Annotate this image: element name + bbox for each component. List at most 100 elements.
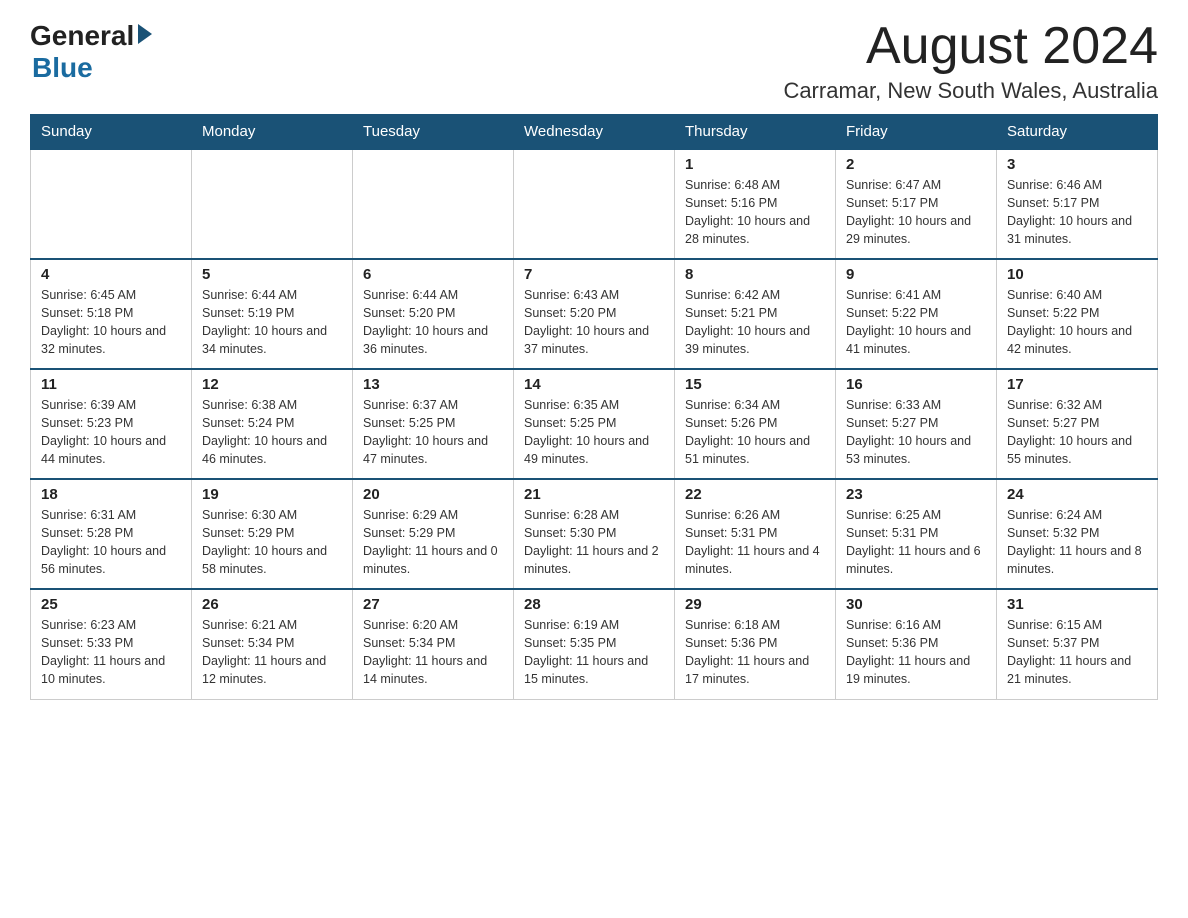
day-info: Sunrise: 6:25 AMSunset: 5:31 PMDaylight:… (846, 506, 986, 579)
day-info: Sunrise: 6:30 AMSunset: 5:29 PMDaylight:… (202, 506, 342, 579)
day-info: Sunrise: 6:43 AMSunset: 5:20 PMDaylight:… (524, 286, 664, 359)
day-info: Sunrise: 6:35 AMSunset: 5:25 PMDaylight:… (524, 396, 664, 469)
day-info: Sunrise: 6:19 AMSunset: 5:35 PMDaylight:… (524, 616, 664, 689)
day-number: 26 (202, 596, 342, 613)
calendar-cell: 15Sunrise: 6:34 AMSunset: 5:26 PMDayligh… (675, 369, 836, 479)
col-tuesday: Tuesday (353, 115, 514, 150)
calendar-cell: 9 Sunrise: 6:41 AMSunset: 5:22 PMDaylight… (836, 259, 997, 369)
calendar-cell: 26 Sunrise: 6:21 AMSunset: 5:34 PMDayligh… (192, 589, 353, 699)
col-friday: Friday (836, 115, 997, 150)
day-number: 24 (1007, 486, 1147, 503)
day-number: 2 (846, 156, 986, 173)
day-number: 9 (846, 266, 986, 283)
calendar-cell (31, 149, 192, 259)
day-number: 3 (1007, 156, 1147, 173)
day-info: Sunrise: 6:40 AMSunset: 5:22 PMDaylight:… (1007, 286, 1147, 359)
day-info: Sunrise: 6:23 AMSunset: 5:33 PMDaylight:… (41, 616, 181, 689)
calendar-week-3: 11Sunrise: 6:39 AMSunset: 5:23 PMDayligh… (31, 369, 1158, 479)
calendar-cell: 19 Sunrise: 6:30 AMSunset: 5:29 PMDayligh… (192, 479, 353, 589)
col-thursday: Thursday (675, 115, 836, 150)
calendar-cell: 23 Sunrise: 6:25 AMSunset: 5:31 PMDayligh… (836, 479, 997, 589)
day-number: 21 (524, 486, 664, 503)
calendar-cell: 27Sunrise: 6:20 AMSunset: 5:34 PMDayligh… (353, 589, 514, 699)
calendar-cell: 6 Sunrise: 6:44 AMSunset: 5:20 PMDaylight… (353, 259, 514, 369)
calendar-cell: 2 Sunrise: 6:47 AMSunset: 5:17 PMDaylight… (836, 149, 997, 259)
day-number: 1 (685, 156, 825, 173)
day-info: Sunrise: 6:33 AMSunset: 5:27 PMDaylight:… (846, 396, 986, 469)
day-info: Sunrise: 6:18 AMSunset: 5:36 PMDaylight:… (685, 616, 825, 689)
title-area: August 2024 Carramar, New South Wales, A… (783, 20, 1158, 104)
calendar-cell: 30 Sunrise: 6:16 AMSunset: 5:36 PMDayligh… (836, 589, 997, 699)
col-sunday: Sunday (31, 115, 192, 150)
day-info: Sunrise: 6:21 AMSunset: 5:34 PMDaylight:… (202, 616, 342, 689)
day-info: Sunrise: 6:28 AMSunset: 5:30 PMDaylight:… (524, 506, 664, 579)
calendar-cell: 20 Sunrise: 6:29 AMSunset: 5:29 PMDayligh… (353, 479, 514, 589)
day-number: 18 (41, 486, 181, 503)
day-number: 20 (363, 486, 503, 503)
day-number: 5 (202, 266, 342, 283)
day-number: 16 (846, 376, 986, 393)
logo: General Blue (30, 20, 152, 84)
calendar-cell: 16 Sunrise: 6:33 AMSunset: 5:27 PMDayligh… (836, 369, 997, 479)
day-number: 14 (524, 376, 664, 393)
col-monday: Monday (192, 115, 353, 150)
day-number: 19 (202, 486, 342, 503)
header-row: Sunday Monday Tuesday Wednesday Thursday… (31, 115, 1158, 150)
calendar-header: Sunday Monday Tuesday Wednesday Thursday… (31, 115, 1158, 150)
calendar-cell: 5 Sunrise: 6:44 AMSunset: 5:19 PMDaylight… (192, 259, 353, 369)
day-info: Sunrise: 6:38 AMSunset: 5:24 PMDaylight:… (202, 396, 342, 469)
day-info: Sunrise: 6:32 AMSunset: 5:27 PMDaylight:… (1007, 396, 1147, 469)
calendar-cell: 12 Sunrise: 6:38 AMSunset: 5:24 PMDayligh… (192, 369, 353, 479)
calendar-cell: 29 Sunrise: 6:18 AMSunset: 5:36 PMDayligh… (675, 589, 836, 699)
location-subtitle: Carramar, New South Wales, Australia (783, 78, 1158, 104)
calendar-week-2: 4Sunrise: 6:45 AMSunset: 5:18 PMDaylight… (31, 259, 1158, 369)
day-number: 7 (524, 266, 664, 283)
day-number: 6 (363, 266, 503, 283)
day-info: Sunrise: 6:41 AMSunset: 5:22 PMDaylight:… (846, 286, 986, 359)
day-number: 8 (685, 266, 825, 283)
day-number: 23 (846, 486, 986, 503)
day-number: 12 (202, 376, 342, 393)
calendar-cell: 21 Sunrise: 6:28 AMSunset: 5:30 PMDayligh… (514, 479, 675, 589)
day-info: Sunrise: 6:26 AMSunset: 5:31 PMDaylight:… (685, 506, 825, 579)
day-info: Sunrise: 6:29 AMSunset: 5:29 PMDaylight:… (363, 506, 503, 579)
day-info: Sunrise: 6:46 AMSunset: 5:17 PMDaylight:… (1007, 176, 1147, 249)
day-info: Sunrise: 6:15 AMSunset: 5:37 PMDaylight:… (1007, 616, 1147, 689)
calendar-week-1: 1 Sunrise: 6:48 AMSunset: 5:16 PMDaylight… (31, 149, 1158, 259)
day-info: Sunrise: 6:48 AMSunset: 5:16 PMDaylight:… (685, 176, 825, 249)
calendar-cell: 13Sunrise: 6:37 AMSunset: 5:25 PMDayligh… (353, 369, 514, 479)
calendar-week-5: 25 Sunrise: 6:23 AMSunset: 5:33 PMDayligh… (31, 589, 1158, 699)
day-info: Sunrise: 6:47 AMSunset: 5:17 PMDaylight:… (846, 176, 986, 249)
calendar-cell: 14 Sunrise: 6:35 AMSunset: 5:25 PMDayligh… (514, 369, 675, 479)
calendar-table: Sunday Monday Tuesday Wednesday Thursday… (30, 114, 1158, 700)
calendar-cell (514, 149, 675, 259)
day-info: Sunrise: 6:44 AMSunset: 5:19 PMDaylight:… (202, 286, 342, 359)
logo-arrow-icon (138, 24, 152, 44)
day-info: Sunrise: 6:44 AMSunset: 5:20 PMDaylight:… (363, 286, 503, 359)
calendar-cell: 4Sunrise: 6:45 AMSunset: 5:18 PMDaylight… (31, 259, 192, 369)
day-number: 25 (41, 596, 181, 613)
day-number: 30 (846, 596, 986, 613)
calendar-cell: 25 Sunrise: 6:23 AMSunset: 5:33 PMDayligh… (31, 589, 192, 699)
calendar-cell: 11Sunrise: 6:39 AMSunset: 5:23 PMDayligh… (31, 369, 192, 479)
calendar-week-4: 18 Sunrise: 6:31 AMSunset: 5:28 PMDayligh… (31, 479, 1158, 589)
day-number: 29 (685, 596, 825, 613)
logo-general-text: General (30, 20, 134, 52)
calendar-cell: 3 Sunrise: 6:46 AMSunset: 5:17 PMDaylight… (997, 149, 1158, 259)
day-number: 28 (524, 596, 664, 613)
col-wednesday: Wednesday (514, 115, 675, 150)
col-saturday: Saturday (997, 115, 1158, 150)
day-number: 22 (685, 486, 825, 503)
day-number: 27 (363, 596, 503, 613)
day-info: Sunrise: 6:42 AMSunset: 5:21 PMDaylight:… (685, 286, 825, 359)
day-info: Sunrise: 6:31 AMSunset: 5:28 PMDaylight:… (41, 506, 181, 579)
calendar-cell: 8 Sunrise: 6:42 AMSunset: 5:21 PMDaylight… (675, 259, 836, 369)
calendar-cell: 24Sunrise: 6:24 AMSunset: 5:32 PMDayligh… (997, 479, 1158, 589)
day-info: Sunrise: 6:16 AMSunset: 5:36 PMDaylight:… (846, 616, 986, 689)
calendar-cell: 28 Sunrise: 6:19 AMSunset: 5:35 PMDayligh… (514, 589, 675, 699)
calendar-cell: 18 Sunrise: 6:31 AMSunset: 5:28 PMDayligh… (31, 479, 192, 589)
day-info: Sunrise: 6:37 AMSunset: 5:25 PMDaylight:… (363, 396, 503, 469)
day-info: Sunrise: 6:39 AMSunset: 5:23 PMDaylight:… (41, 396, 181, 469)
calendar-cell: 1 Sunrise: 6:48 AMSunset: 5:16 PMDaylight… (675, 149, 836, 259)
day-info: Sunrise: 6:34 AMSunset: 5:26 PMDaylight:… (685, 396, 825, 469)
